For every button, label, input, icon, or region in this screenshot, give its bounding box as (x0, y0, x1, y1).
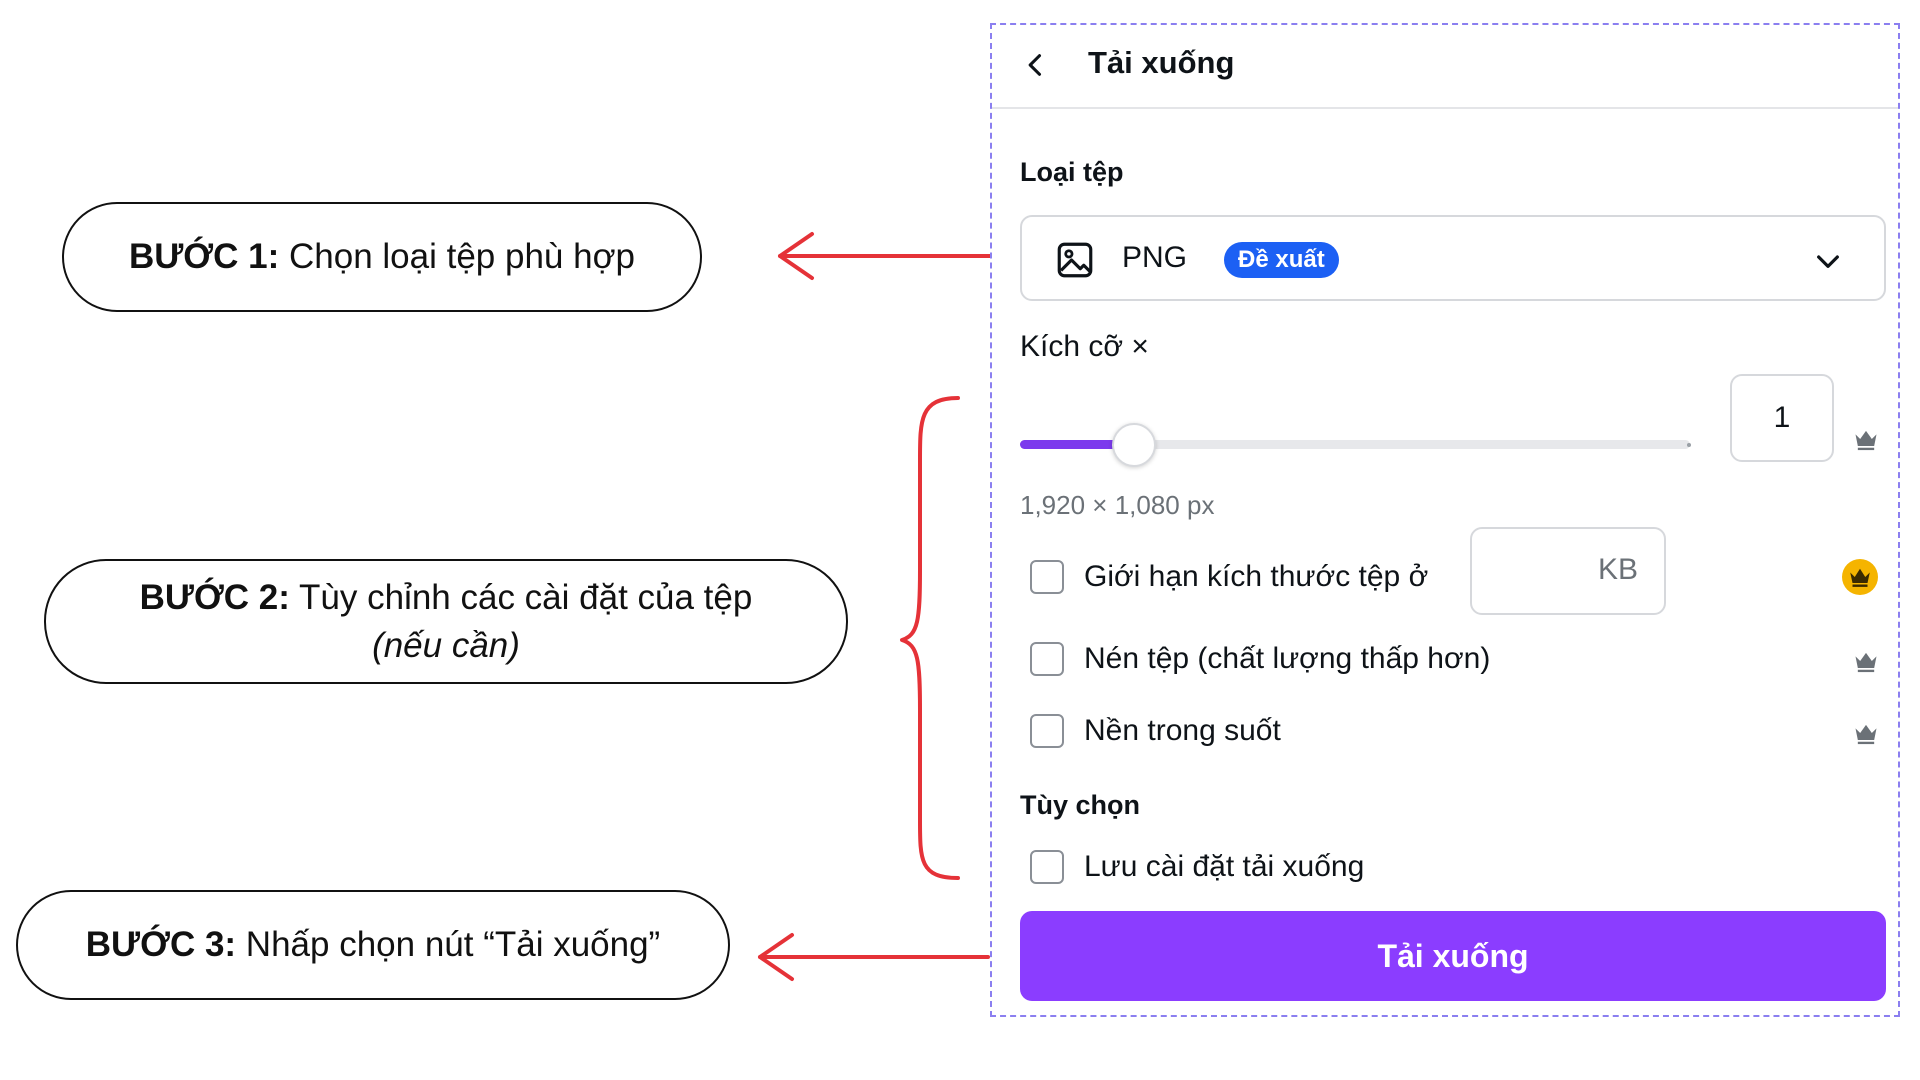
download-panel: Tải xuống Loại tệp PNG Đề xuất Kích cỡ ×… (990, 23, 1900, 1017)
panel-header: Tải xuống (992, 25, 1898, 109)
transparent-background-checkbox[interactable] (1030, 714, 1064, 748)
compress-file-label: Nén tệp (chất lượng thấp hơn) (1084, 642, 1491, 675)
crown-icon (1855, 724, 1877, 745)
preferences-label: Tùy chọn (1020, 790, 1140, 820)
transparent-background-option[interactable]: Nền trong suốt (1030, 714, 1281, 748)
compress-file-checkbox[interactable] (1030, 642, 1064, 676)
crown-icon (1855, 430, 1877, 451)
limit-file-size-option[interactable]: Giới hạn kích thước tệp ở (1030, 560, 1428, 594)
recommended-badge: Đề xuất (1224, 242, 1339, 278)
file-type-select[interactable]: PNG Đề xuất (1020, 215, 1886, 301)
kb-unit-label: KB (1597, 553, 1638, 586)
save-download-settings-option[interactable]: Lưu cài đặt tải xuống (1030, 850, 1364, 884)
file-type-value: PNG (1122, 241, 1188, 274)
transparent-background-label: Nền trong suốt (1084, 714, 1281, 747)
size-label: Kích cỡ × (1020, 330, 1149, 363)
limit-file-size-checkbox[interactable] (1030, 560, 1064, 594)
limit-file-size-label: Giới hạn kích thước tệp ở (1084, 560, 1429, 593)
crown-gold-icon (1842, 559, 1878, 595)
dimensions-text: 1,920 × 1,080 px (1020, 490, 1215, 520)
chevron-down-icon (1817, 255, 1839, 268)
image-icon (1057, 242, 1093, 278)
size-slider[interactable] (1020, 423, 1691, 467)
slider-thumb[interactable] (1111, 423, 1156, 467)
crown-icon (1855, 652, 1877, 673)
chevron-left-icon (1028, 54, 1042, 76)
arrow-step-3 (758, 933, 990, 981)
brace-step-2 (900, 396, 960, 880)
slider-end-dot (1687, 443, 1691, 447)
file-type-label: Loại tệp (1020, 157, 1124, 187)
panel-title: Tải xuống (1088, 45, 1235, 80)
file-size-limit-input[interactable]: KB (1470, 527, 1666, 615)
compress-file-option[interactable]: Nén tệp (chất lượng thấp hơn) (1030, 642, 1490, 676)
download-button[interactable]: Tải xuống (1020, 911, 1886, 1001)
save-download-settings-label: Lưu cài đặt tải xuống (1084, 850, 1365, 883)
scale-input[interactable]: 1 (1730, 374, 1834, 462)
arrow-step-1 (778, 232, 1012, 280)
save-download-settings-checkbox[interactable] (1030, 850, 1064, 884)
back-button[interactable] (1014, 43, 1058, 87)
